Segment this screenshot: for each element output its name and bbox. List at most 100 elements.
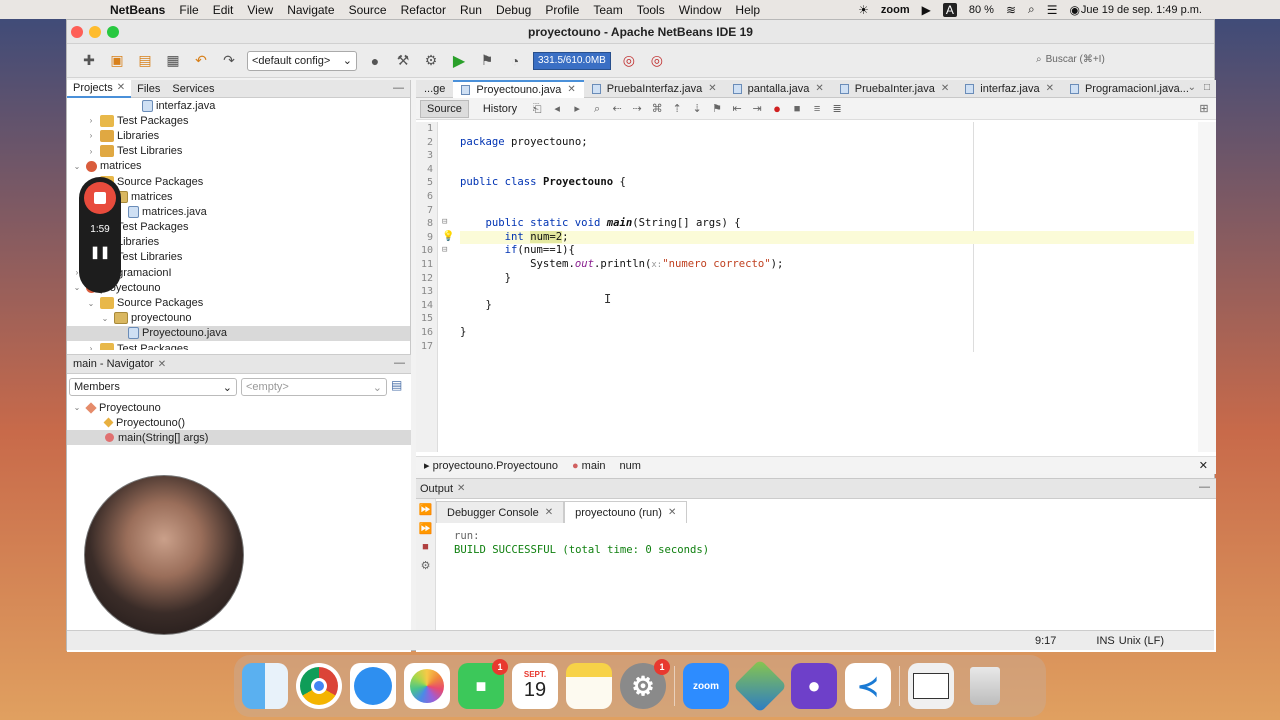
editor-tab[interactable]: pantalla.java ✕ <box>725 80 832 98</box>
build-hammer-icon[interactable]: ⚒ <box>393 51 413 71</box>
save-all-icon[interactable]: ▦ <box>163 51 183 71</box>
photos-icon[interactable] <box>404 663 450 709</box>
gc-icon[interactable]: ◎ <box>619 51 639 71</box>
profile-ide-icon[interactable]: ◎ <box>647 51 667 71</box>
new-project-icon[interactable]: ▣ <box>107 51 127 71</box>
settings-icon[interactable]: ⚙ <box>421 559 431 572</box>
globe-icon[interactable]: ● <box>365 51 385 71</box>
close-icon[interactable]: ✕ <box>567 84 575 95</box>
editor-tab[interactable]: ...ge <box>416 80 453 98</box>
chevron-right-icon[interactable]: › <box>1176 82 1179 93</box>
new-file-icon[interactable]: ✚ <box>79 51 99 71</box>
menu-source[interactable]: Source <box>349 3 387 17</box>
navigator-item[interactable]: ⌄ Proyectouno <box>67 400 411 415</box>
menu-refactor[interactable]: Refactor <box>401 3 446 17</box>
close-icon[interactable]: ✕ <box>117 82 125 93</box>
editor-tab[interactable]: PruebaInter.java ✕ <box>832 80 958 98</box>
tab-history[interactable]: History <box>477 101 523 117</box>
netbeans-icon[interactable] <box>733 659 787 713</box>
chevron-down-icon[interactable]: ⌄ <box>71 283 83 292</box>
tab-projects[interactable]: Projects ✕ <box>67 79 132 98</box>
shift-left-icon[interactable]: ⇤ <box>731 103 743 115</box>
find-icon[interactable]: ⌕ <box>591 103 603 115</box>
close-icon[interactable]: ✕ <box>668 507 676 518</box>
minimize-icon[interactable]: — <box>394 357 405 369</box>
menu-app-name[interactable]: NetBeans <box>110 3 165 17</box>
chevron-down-icon[interactable]: ⌄ <box>71 403 83 412</box>
github-desktop-icon[interactable]: ● <box>791 663 837 709</box>
run-icon[interactable]: ▶ <box>449 51 469 71</box>
close-icon[interactable]: ✕ <box>815 83 823 94</box>
chevron-left-icon[interactable]: ‹ <box>1165 82 1168 93</box>
back-icon[interactable]: ◂ <box>551 103 563 115</box>
chevron-right-icon[interactable]: › <box>85 147 97 156</box>
zoom-window-button[interactable] <box>107 26 119 38</box>
close-icon[interactable]: ✕ <box>545 507 553 518</box>
navigator-options-icon[interactable]: ▤ <box>391 378 402 396</box>
fold-icon[interactable]: ⊟ <box>442 245 447 255</box>
rerun-icon[interactable]: ⏩ <box>419 503 433 516</box>
tree-item[interactable]: ⌄ proyectouno <box>67 280 410 295</box>
calendar-icon[interactable]: SEPT. 19 <box>512 663 558 709</box>
close-icon[interactable]: ✕ <box>941 83 949 94</box>
navigator-item[interactable]: Proyectouno() <box>67 415 411 430</box>
shift-right-icon[interactable]: ⇥ <box>751 103 763 115</box>
tree-item[interactable]: › Test Libraries <box>67 144 410 159</box>
editor-tab[interactable]: PruebaInterfaz.java ✕ <box>584 80 725 98</box>
clean-build-icon[interactable]: ⚙ <box>421 51 441 71</box>
play-icon[interactable]: ▶ <box>922 3 931 17</box>
tree-item[interactable]: › Test Packages <box>67 341 410 350</box>
navigator-empty-select[interactable]: <empty> ⌄ <box>241 378 387 396</box>
split-window-icon[interactable]: ⊞ <box>1198 103 1210 115</box>
start-macro-recording-icon[interactable]: ● <box>771 102 783 115</box>
search-input[interactable]: ⌕ Buscar (⌘+I) <box>1036 50 1176 68</box>
find-next-icon[interactable]: ⇢ <box>631 103 643 115</box>
next-bookmark-icon[interactable]: ⇣ <box>691 103 703 115</box>
close-window-button[interactable] <box>71 26 83 38</box>
close-icon[interactable]: ✕ <box>457 483 465 494</box>
config-select[interactable]: <default config> ⌄ <box>247 50 357 71</box>
output-text[interactable]: run: BUILD SUCCESSFUL (total time: 0 sec… <box>454 529 709 557</box>
search-icon[interactable]: ⌕ <box>1028 2 1035 17</box>
chevron-right-icon[interactable]: › <box>85 116 97 125</box>
close-icon[interactable]: ✕ <box>1199 459 1208 472</box>
fold-icon[interactable]: ⊟ <box>442 217 447 227</box>
toggle-highlight-icon[interactable]: ⌘ <box>651 103 663 115</box>
tree-item[interactable]: ⌄Source Packages <box>67 174 410 189</box>
wifi-icon[interactable]: ≋ <box>1006 3 1016 17</box>
chevron-down-icon[interactable]: ⌄ <box>99 314 111 323</box>
forward-icon[interactable]: ▸ <box>571 103 583 115</box>
profile-icon[interactable]: ◔ <box>505 51 525 71</box>
chevron-down-icon[interactable]: ⌄ <box>1188 82 1196 93</box>
chevron-right-icon[interactable]: › <box>85 131 97 140</box>
tab-services[interactable]: Services <box>166 80 220 98</box>
menubar-clock[interactable]: Jue 19 de sep. 1:49 p.m. <box>1081 0 1202 19</box>
breadcrumb-method[interactable]: ● main <box>572 460 606 472</box>
menu-team[interactable]: Team <box>593 3 622 17</box>
comment-icon[interactable]: ≡ <box>811 103 823 115</box>
menu-help[interactable]: Help <box>735 3 760 17</box>
keyboard-input-icon[interactable]: A <box>942 2 957 17</box>
debug-icon[interactable]: ⚑ <box>477 51 497 71</box>
breadcrumb-class[interactable]: ▸ proyectouno.Proyectouno <box>424 459 558 472</box>
tree-item[interactable]: ⌄ proyectouno <box>67 311 410 326</box>
menu-window[interactable]: Window <box>679 3 722 17</box>
redo-icon[interactable]: ↷ <box>219 51 239 71</box>
siri-icon[interactable]: ◉ <box>1070 3 1080 17</box>
editor-tab[interactable]: Proyectouno.java ✕ <box>453 79 584 98</box>
minimize-icon[interactable]: — <box>393 82 404 94</box>
menu-navigate[interactable]: Navigate <box>287 3 334 17</box>
last-edit-icon[interactable]: ⎗ <box>531 103 543 115</box>
menu-debug[interactable]: Debug <box>496 3 531 17</box>
chevron-right-icon[interactable]: › <box>85 344 97 350</box>
facetime-icon[interactable]: ■ 1 <box>458 659 508 709</box>
editor-tab[interactable]: interfaz.java ✕ <box>957 80 1062 98</box>
tree-item[interactable]: interfaz.java <box>67 98 410 113</box>
memory-indicator[interactable]: 331.5/610.0MB <box>533 51 611 70</box>
toggle-bookmark-icon[interactable]: ⚑ <box>711 103 723 115</box>
minimize-window-button[interactable] <box>89 26 101 38</box>
editor-scrollbar[interactable] <box>1198 122 1216 452</box>
close-icon[interactable]: ✕ <box>708 83 716 94</box>
menu-run[interactable]: Run <box>460 3 482 17</box>
menu-edit[interactable]: Edit <box>213 3 234 17</box>
